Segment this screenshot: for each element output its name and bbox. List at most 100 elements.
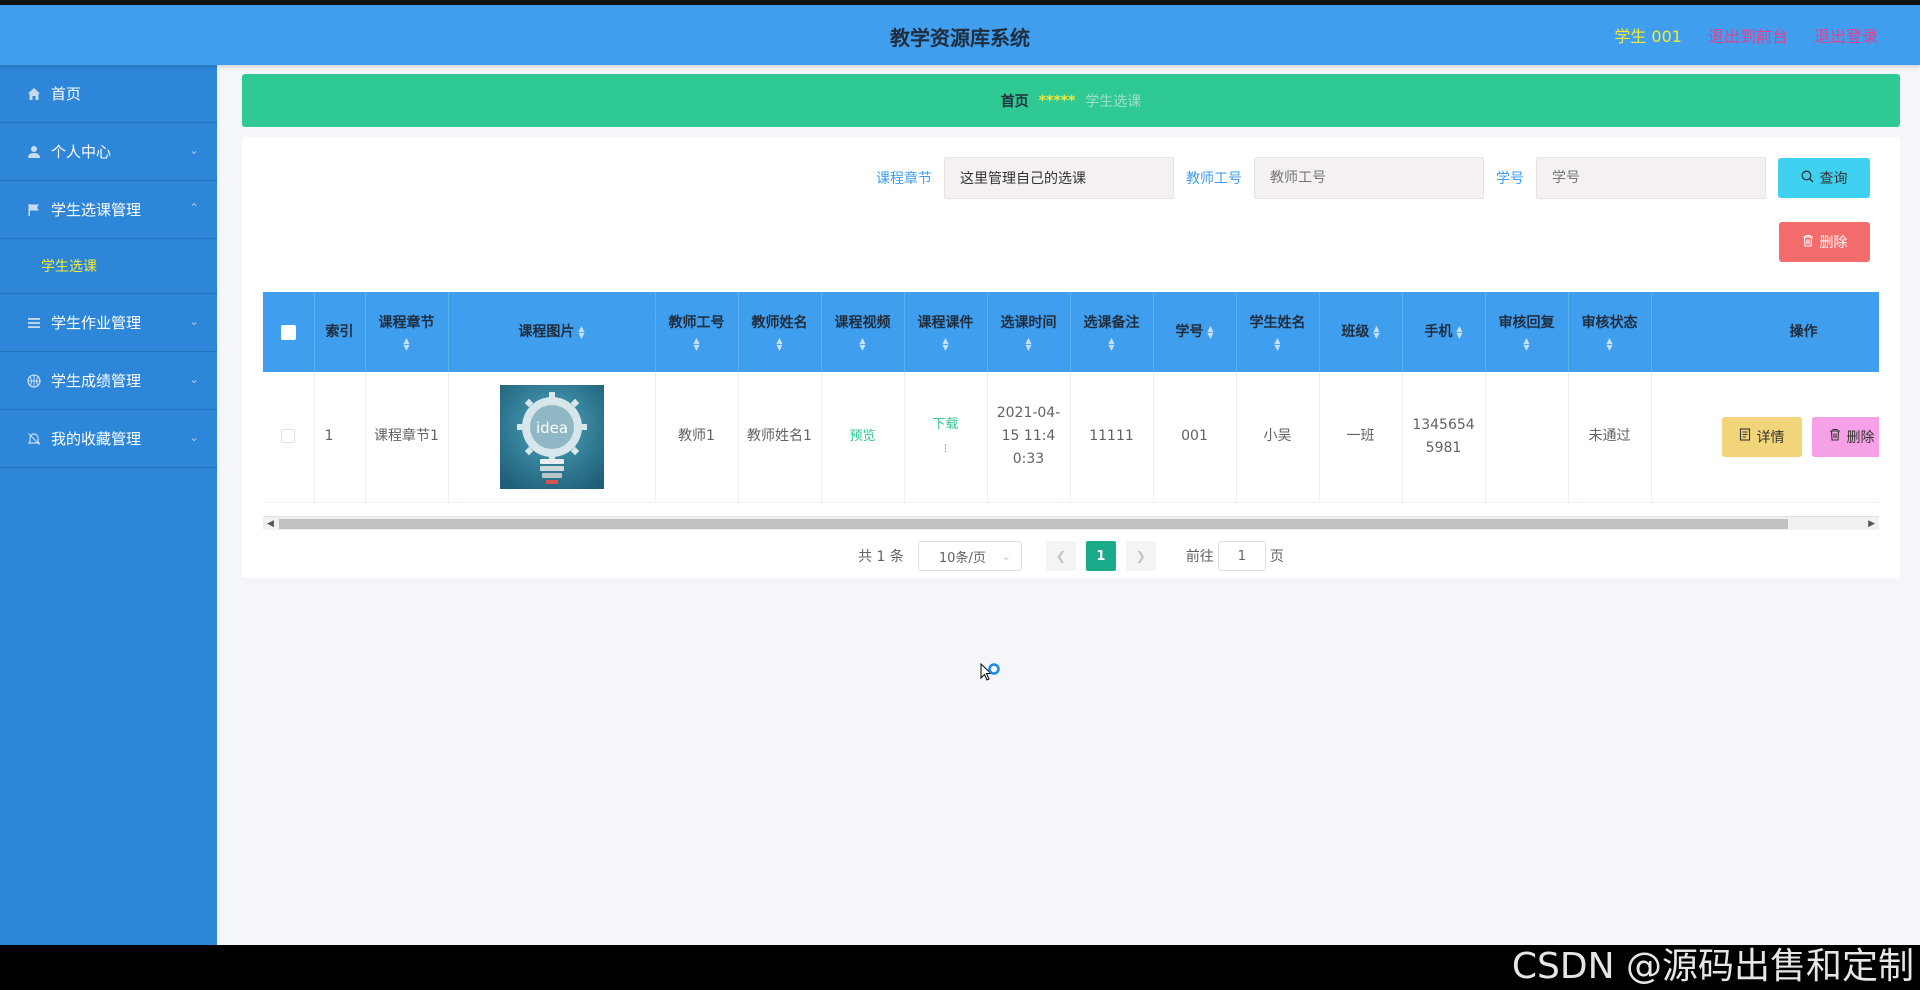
data-table: 索引 课程章节 ▲ ▼ 课程图片 ▲ ▼ 教师工号 ▲ ▼ 教师姓名 ▲ ▼ 课程视频 ▲ ▼ 课程…	[263, 292, 1879, 503]
back-to-frontend-link[interactable]: 退出到前台	[1708, 23, 1788, 47]
row-checkbox[interactable]	[281, 429, 296, 444]
trash-icon	[1802, 234, 1814, 251]
home-icon	[26, 86, 42, 102]
sidebar-item-label: 首页	[51, 85, 82, 103]
sidebar-item-grades[interactable]: 学生成绩管理 ⌄	[0, 352, 217, 410]
download-link[interactable]: 下载	[932, 417, 958, 432]
page-size-value: 10条/页	[938, 550, 986, 566]
sort-caret-icon[interactable]: ▲ ▼	[1569, 337, 1651, 352]
breadcrumb-home[interactable]: 首页	[1001, 91, 1029, 111]
table-row: 1 课程章节1 idea 教师1 教师姓名1 预览 下载 ⋮ 2021-04-1…	[263, 372, 1879, 503]
course-image[interactable]: idea	[499, 384, 604, 489]
sort-caret-icon[interactable]: ▲ ▼	[1237, 337, 1319, 352]
sort-caret-icon[interactable]: ▲ ▼	[739, 337, 821, 352]
column-header-sortable[interactable]: 课程视频 ▲ ▼	[821, 292, 905, 372]
row-delete-button[interactable]: 删除	[1811, 416, 1879, 457]
column-header-sortable[interactable]: 选课时间 ▲ ▼	[987, 292, 1071, 372]
sidebar-item-homework[interactable]: 学生作业管理 ⌄	[0, 294, 217, 352]
cell-index: 1	[314, 372, 366, 503]
select-all-cell	[263, 292, 315, 372]
column-header-label: 课程章节	[378, 315, 435, 331]
column-header-label: 学生姓名	[1249, 315, 1306, 331]
cell-actions: 详情 删除	[1651, 372, 1879, 503]
cell-class: 一班	[1319, 372, 1403, 503]
sort-caret-icon[interactable]: ▲ ▼	[822, 337, 904, 352]
scroll-left-icon[interactable]: ◀	[267, 517, 274, 531]
column-header-sortable[interactable]: 手机 ▲ ▼	[1402, 292, 1486, 372]
column-header-sortable[interactable]: 教师工号 ▲ ▼	[655, 292, 739, 372]
sort-caret-icon[interactable]: ▲ ▼	[905, 337, 987, 352]
sort-caret-icon[interactable]: ▲ ▼	[1456, 325, 1462, 340]
detail-button[interactable]: 详情	[1721, 416, 1802, 457]
column-header-label: 学号	[1175, 324, 1204, 340]
chevron-up-icon: ⌃	[188, 201, 199, 215]
sidebar: 首页 个人中心 ⌄ 学生选课管理 ⌃ 学生选课 学生作业管理 ⌄ 学生成绩管理 …	[0, 65, 217, 945]
pagination-total: 共 1 条	[858, 549, 904, 565]
cell-status: 未通过	[1568, 372, 1652, 503]
student-no-label: 学号	[1496, 171, 1524, 187]
table-header-row: 索引 课程章节 ▲ ▼ 课程图片 ▲ ▼ 教师工号 ▲ ▼ 教师姓名 ▲ ▼ 课程视频 ▲ ▼ 课程…	[263, 292, 1879, 372]
sidebar-item-home[interactable]: 首页	[0, 65, 217, 123]
pagination: 共 1 条 10条/页 ⌄ ❮ 1 ❯ 前往 页	[242, 541, 1900, 571]
sidebar-item-label: 我的收藏管理	[51, 430, 142, 448]
sidebar-item-profile[interactable]: 个人中心 ⌄	[0, 123, 217, 181]
sort-caret-icon[interactable]: ▲ ▼	[656, 337, 738, 352]
user-icon	[26, 144, 42, 160]
sort-caret-icon[interactable]: ▲ ▼	[366, 337, 448, 352]
breadcrumb-separator: *****	[1038, 92, 1076, 109]
teacher-no-input[interactable]	[1254, 157, 1484, 199]
student-no-input[interactable]	[1536, 157, 1766, 199]
chevron-down-icon: ⌄	[1001, 549, 1011, 563]
column-header-sortable[interactable]: 审核回复 ▲ ▼	[1485, 292, 1569, 372]
column-header-sortable[interactable]: 学号 ▲ ▼	[1153, 292, 1237, 372]
batch-delete-button[interactable]: 删除	[1779, 222, 1870, 262]
batch-delete-label: 删除	[1819, 235, 1848, 251]
cell-courseware: 下载 ⋮	[904, 372, 988, 503]
sidebar-item-course-selection[interactable]: 学生选课管理 ⌃	[0, 181, 217, 239]
cell-video: 预览	[821, 372, 905, 503]
logout-link[interactable]: 退出登录	[1814, 23, 1878, 47]
column-header-sortable[interactable]: 审核状态 ▲ ▼	[1568, 292, 1652, 372]
more-dots-icon: ⋮	[941, 443, 950, 454]
column-header-label: 审核状态	[1581, 315, 1638, 331]
scroll-right-icon[interactable]: ▶	[1868, 517, 1875, 531]
watermark-text: CSDN @源码出售和定制	[1511, 946, 1914, 987]
search-bar: 课程章节 教师工号 学号 查询	[876, 157, 1870, 199]
next-page-button[interactable]: ❯	[1125, 541, 1156, 571]
column-header-sortable[interactable]: 班级 ▲ ▼	[1319, 292, 1403, 372]
sort-caret-icon[interactable]: ▲ ▼	[1071, 337, 1153, 352]
select-all-checkbox[interactable]	[280, 324, 296, 340]
horizontal-scrollbar[interactable]: ◀ ▶	[263, 516, 1879, 530]
column-header-label: 选课时间	[1000, 315, 1057, 331]
query-button[interactable]: 查询	[1778, 158, 1870, 198]
cell-reply	[1485, 372, 1569, 503]
column-header-label: 审核回复	[1498, 315, 1555, 331]
column-header-sortable[interactable]: 学生姓名 ▲ ▼	[1236, 292, 1320, 372]
column-header-sortable[interactable]: 课程课件 ▲ ▼	[904, 292, 988, 372]
sidebar-item-favorites[interactable]: 我的收藏管理 ⌄	[0, 410, 217, 468]
sidebar-subitem-student-course[interactable]: 学生选课	[0, 239, 217, 294]
column-header: 索引	[314, 292, 366, 372]
sort-caret-icon[interactable]: ▲ ▼	[1373, 325, 1379, 340]
sort-caret-icon[interactable]: ▲ ▼	[988, 337, 1070, 352]
column-header-sortable[interactable]: 选课备注 ▲ ▼	[1070, 292, 1154, 372]
page-size-select[interactable]: 10条/页 ⌄	[917, 541, 1022, 571]
chevron-down-icon: ⌄	[188, 372, 199, 386]
chevron-down-icon: ⌄	[188, 143, 199, 157]
column-header-sortable[interactable]: 教师姓名 ▲ ▼	[738, 292, 822, 372]
course-chapter-input[interactable]	[944, 157, 1174, 199]
breadcrumb-current: 学生选课	[1085, 93, 1142, 110]
current-page-button[interactable]: 1	[1085, 541, 1116, 571]
column-header-sortable[interactable]: 课程图片 ▲ ▼	[448, 292, 656, 372]
cell-remark: 11111	[1070, 372, 1154, 503]
sort-caret-icon[interactable]: ▲ ▼	[578, 325, 584, 340]
goto-page-input[interactable]	[1217, 541, 1266, 571]
preview-link[interactable]: 预览	[849, 429, 875, 444]
column-header-sortable[interactable]: 课程章节 ▲ ▼	[365, 292, 449, 372]
sort-caret-icon[interactable]: ▲ ▼	[1207, 325, 1213, 340]
scrollbar-thumb[interactable]	[279, 519, 1788, 529]
prev-page-button[interactable]: ❮	[1045, 541, 1076, 571]
page-jumper: 前往 页	[1186, 541, 1284, 571]
column-header-label: 课程图片	[518, 324, 575, 340]
sort-caret-icon[interactable]: ▲ ▼	[1486, 337, 1568, 352]
